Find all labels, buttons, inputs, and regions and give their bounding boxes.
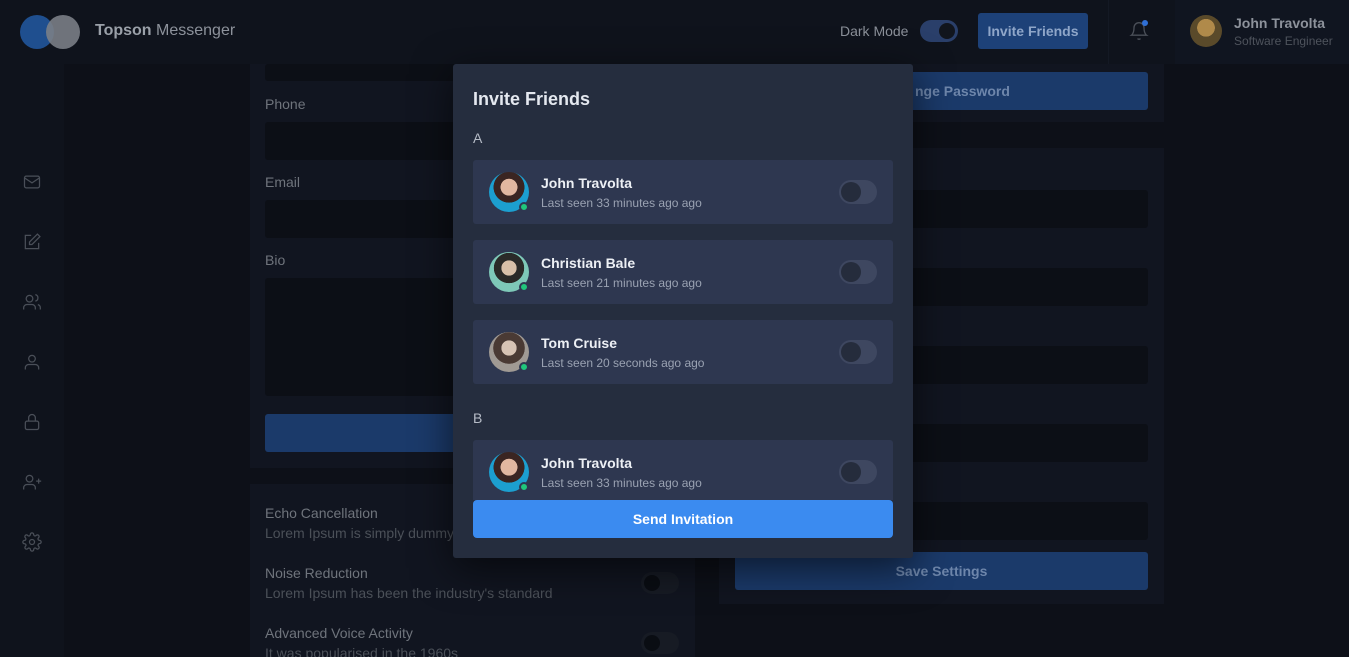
friend-name: Tom Cruise — [541, 335, 617, 351]
user-plus-icon[interactable] — [22, 472, 42, 492]
send-invitation-button[interactable]: Send Invitation — [473, 500, 893, 538]
invite-toggle[interactable] — [839, 260, 877, 284]
avatar — [1190, 15, 1222, 47]
dark-mode-toggle[interactable] — [920, 20, 958, 42]
lock-icon[interactable] — [22, 412, 42, 432]
invite-friends-modal: Invite Friends A John Travolta Last seen… — [453, 64, 913, 558]
friends-list[interactable]: Invite Friends A John Travolta Last seen… — [453, 64, 913, 500]
user-menu[interactable]: John Travolta Software Engineer — [1175, 0, 1349, 64]
friend-name: Christian Bale — [541, 255, 636, 271]
setting-title: Noise Reduction — [265, 565, 368, 581]
users-icon[interactable] — [22, 292, 42, 312]
friend-item[interactable]: John Travolta Last seen 33 minutes ago a… — [473, 440, 893, 500]
last-seen: Last seen 33 minutes ago ago — [541, 476, 702, 490]
bio-label: Bio — [265, 252, 286, 268]
setting-desc: It was popularised in the 1960s — [265, 645, 459, 657]
notification-badge — [1142, 20, 1148, 26]
mail-icon[interactable] — [22, 172, 42, 192]
header-divider — [1108, 0, 1109, 64]
online-indicator — [519, 282, 529, 292]
brand-name: Topson Messenger — [95, 22, 236, 39]
user-role: Software Engineer — [1234, 34, 1333, 48]
invite-toggle[interactable] — [839, 340, 877, 364]
friend-item[interactable]: Tom Cruise Last seen 20 seconds ago ago — [473, 320, 893, 384]
friend-name: John Travolta — [541, 455, 633, 471]
friend-name: John Travolta — [541, 175, 633, 191]
app-header: Topson Messenger Dark Mode Invite Friend… — [0, 0, 1349, 64]
invite-toggle[interactable] — [839, 180, 877, 204]
voice-activity-toggle[interactable] — [641, 632, 679, 654]
edit-icon[interactable] — [22, 232, 42, 252]
email-label: Email — [265, 174, 301, 190]
friend-item[interactable]: Christian Bale Last seen 21 minutes ago … — [473, 240, 893, 304]
app-logo — [20, 15, 80, 49]
noise-reduction-toggle[interactable] — [641, 572, 679, 594]
dark-mode-label: Dark Mode — [840, 23, 909, 39]
sidebar — [0, 64, 64, 657]
invite-friends-button[interactable]: Invite Friends — [978, 13, 1088, 49]
online-indicator — [519, 482, 529, 492]
user-icon[interactable] — [22, 352, 42, 372]
last-seen: Last seen 33 minutes ago ago — [541, 196, 702, 210]
modal-title: Invite Friends — [473, 89, 591, 109]
phone-label: Phone — [265, 96, 306, 112]
group-letter: B — [473, 410, 483, 426]
setting-title: Echo Cancellation — [265, 505, 378, 521]
last-seen: Last seen 21 minutes ago ago — [541, 276, 702, 290]
gear-icon[interactable] — [22, 532, 42, 552]
last-seen: Last seen 20 seconds ago ago — [541, 356, 705, 370]
setting-title: Advanced Voice Activity — [265, 625, 413, 641]
invite-toggle[interactable] — [839, 460, 877, 484]
online-indicator — [519, 202, 529, 212]
setting-desc: Lorem Ipsum has been the industry's stan… — [265, 585, 553, 601]
user-name: John Travolta — [1234, 15, 1326, 31]
setting-desc: Lorem Ipsum is simply dummy — [265, 525, 455, 541]
group-letter: A — [473, 130, 483, 146]
online-indicator — [519, 362, 529, 372]
friend-item[interactable]: John Travolta Last seen 33 minutes ago a… — [473, 160, 893, 224]
